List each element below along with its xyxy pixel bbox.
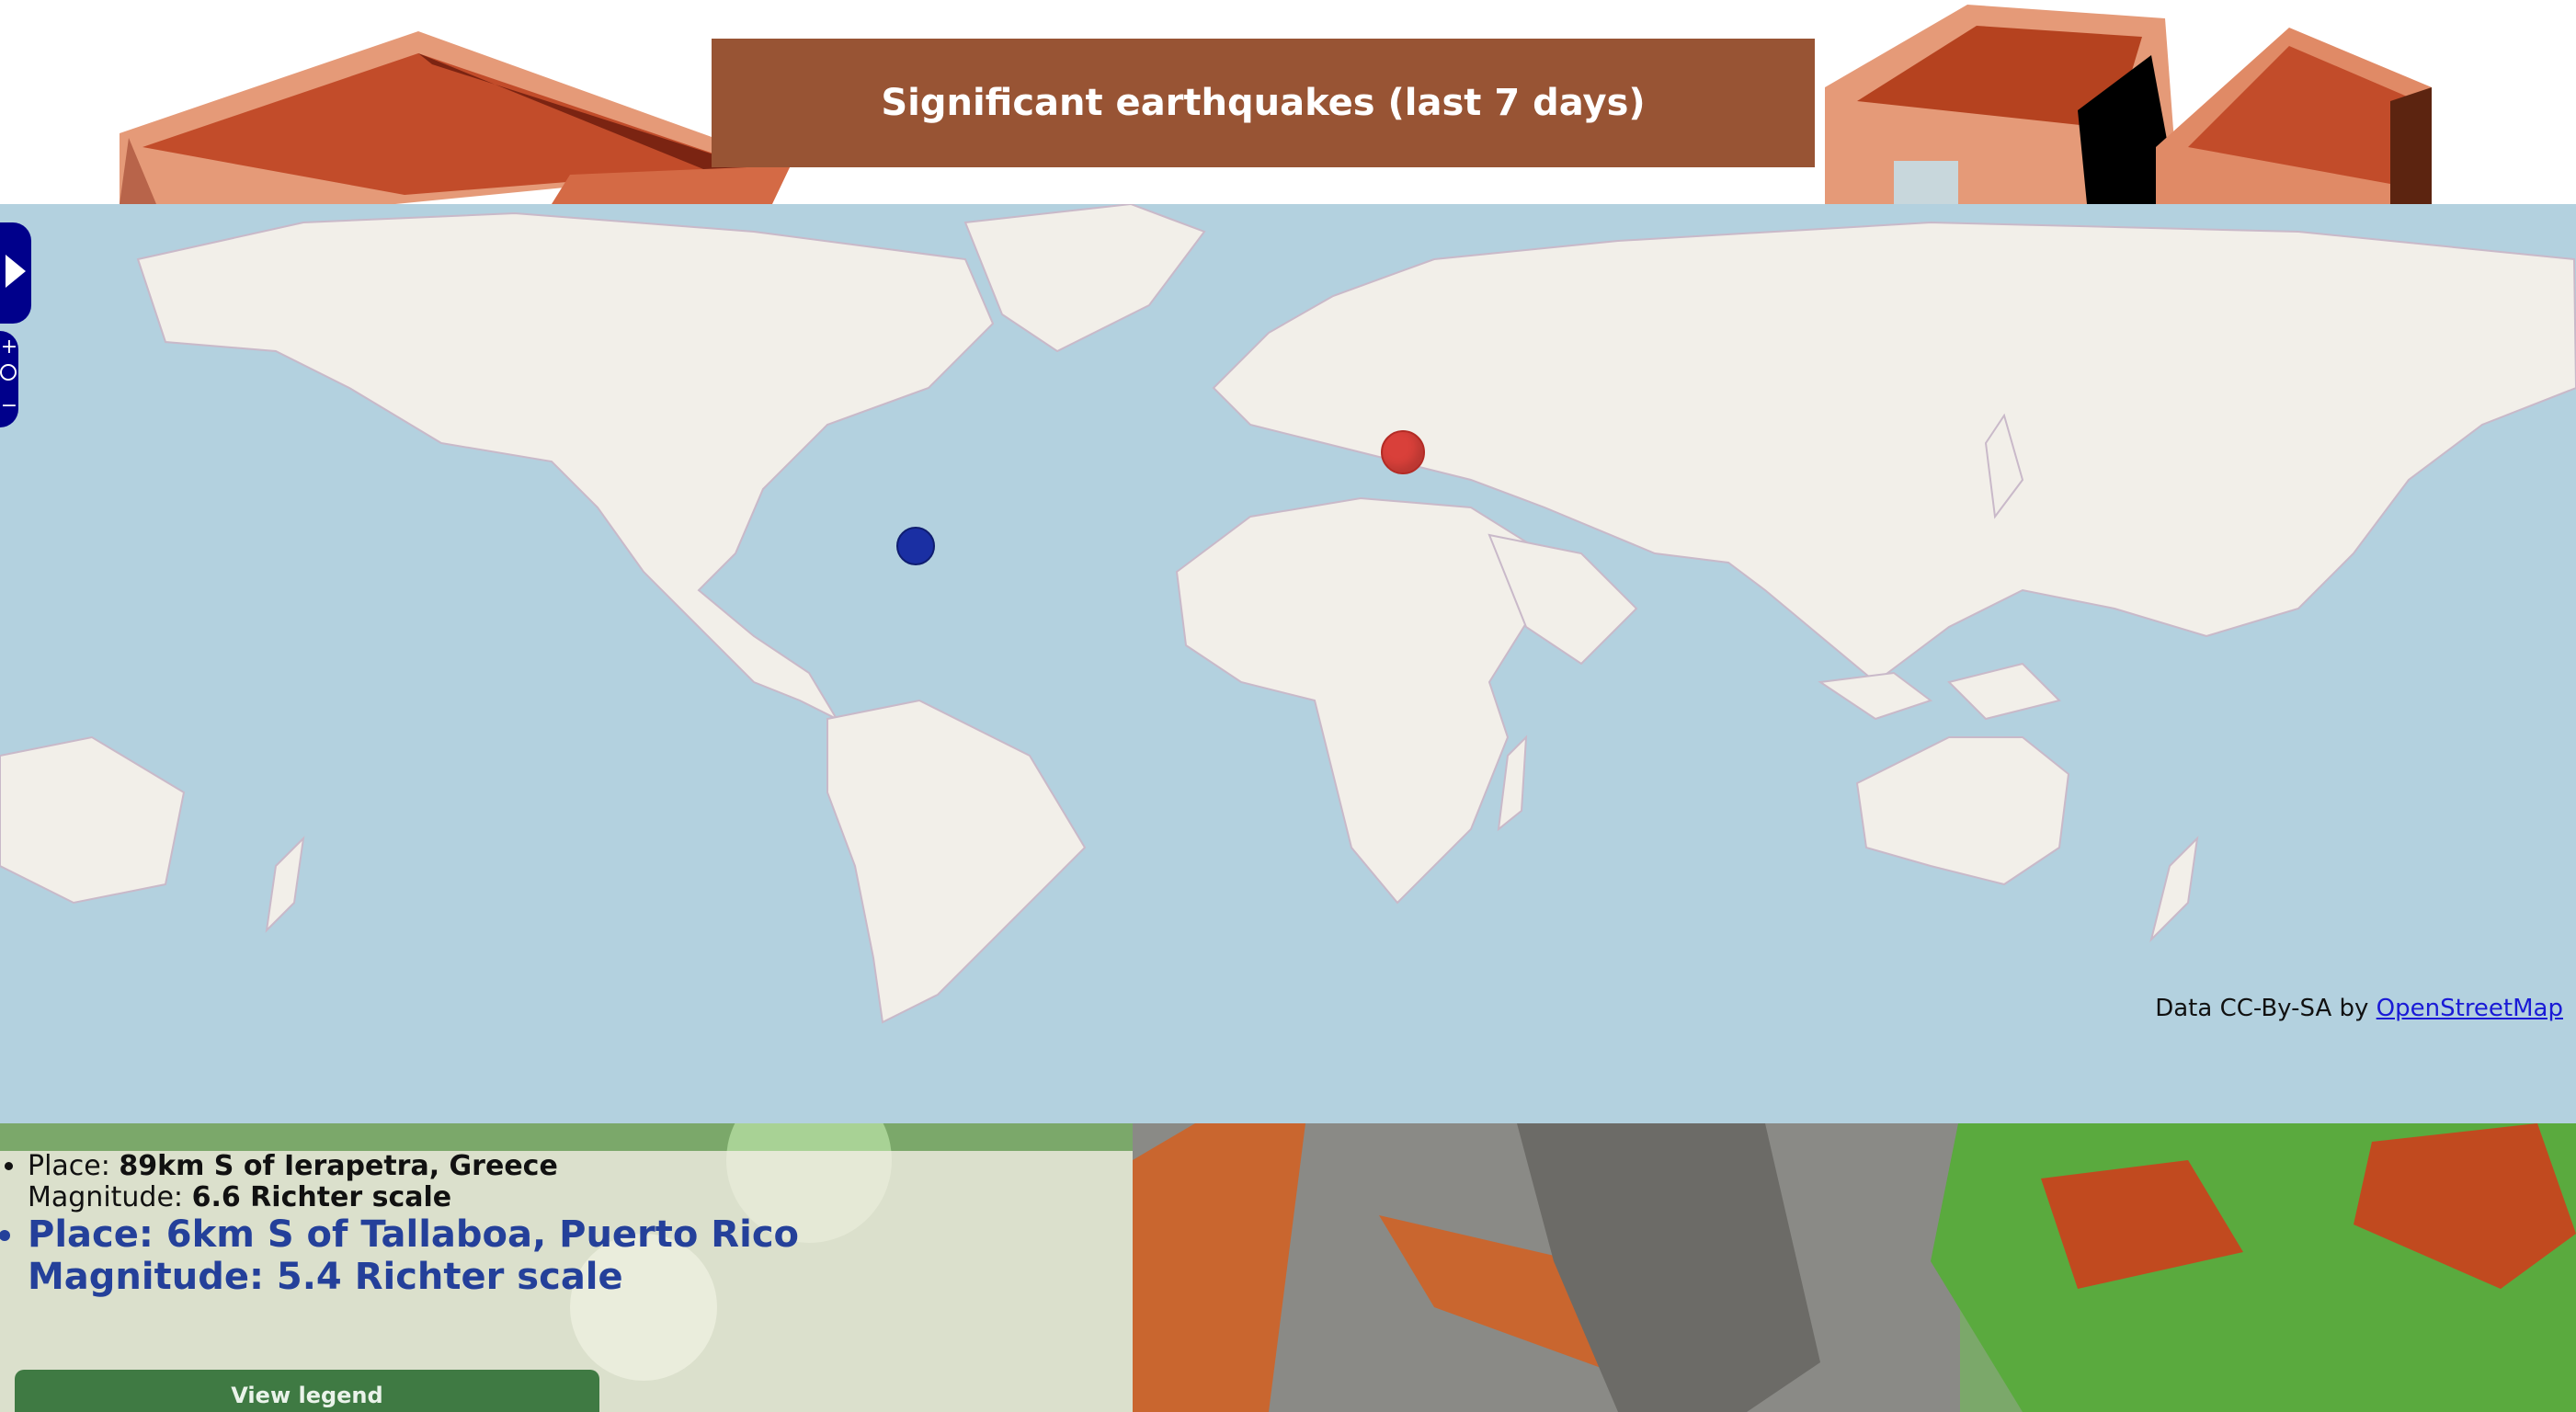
place-label: Place: — [28, 1150, 120, 1182]
footer-area: Place: 89km S of Ierapetra, Greece Magni… — [0, 1123, 2576, 1412]
zoom-control[interactable]: + − — [0, 331, 18, 427]
zoom-in-icon[interactable]: + — [0, 336, 18, 359]
place-value: 89km S of Ierapetra, Greece — [119, 1150, 558, 1182]
magnitude-value: 6.6 Richter scale — [191, 1181, 452, 1213]
pan-control[interactable] — [0, 222, 31, 324]
attribution-text: Data CC-By-SA by — [2155, 995, 2377, 1022]
view-legend-button[interactable]: View legend — [15, 1370, 599, 1412]
magnitude-label: Magnitude: — [28, 1256, 277, 1298]
page-title: Significant earthquakes (last 7 days) — [712, 39, 1815, 167]
openstreetmap-link[interactable]: OpenStreetMap — [2377, 995, 2563, 1022]
zoom-out-icon[interactable]: − — [0, 395, 18, 417]
map-attribution: Data CC-By-SA by OpenStreetMap — [2151, 993, 2567, 1024]
earthquake-list: Place: 89km S of Ierapetra, Greece Magni… — [0, 1151, 1133, 1299]
marker-puerto-rico[interactable] — [896, 527, 935, 565]
page-header: Significant earthquakes (last 7 days) — [0, 0, 2576, 204]
earthquake-list-panel: Place: 89km S of Ierapetra, Greece Magni… — [0, 1151, 1133, 1412]
magnitude-value: 5.4 Richter scale — [276, 1256, 623, 1298]
world-map[interactable]: + − Data CC-By-SA by OpenStreetMap — [0, 204, 2576, 1123]
place-value: 6km S of Tallaboa, Puerto Rico — [165, 1213, 800, 1256]
globe-icon[interactable] — [0, 364, 17, 381]
arrow-right-icon — [6, 255, 26, 288]
marker-greece[interactable] — [1381, 430, 1425, 474]
place-label: Place: — [28, 1213, 166, 1256]
list-item-selected[interactable]: Place: 6km S of Tallaboa, Puerto Rico Ma… — [28, 1213, 1133, 1298]
map-tiles — [0, 204, 2576, 1024]
magnitude-label: Magnitude: — [28, 1181, 192, 1213]
list-item[interactable]: Place: 89km S of Ierapetra, Greece Magni… — [28, 1151, 1133, 1213]
